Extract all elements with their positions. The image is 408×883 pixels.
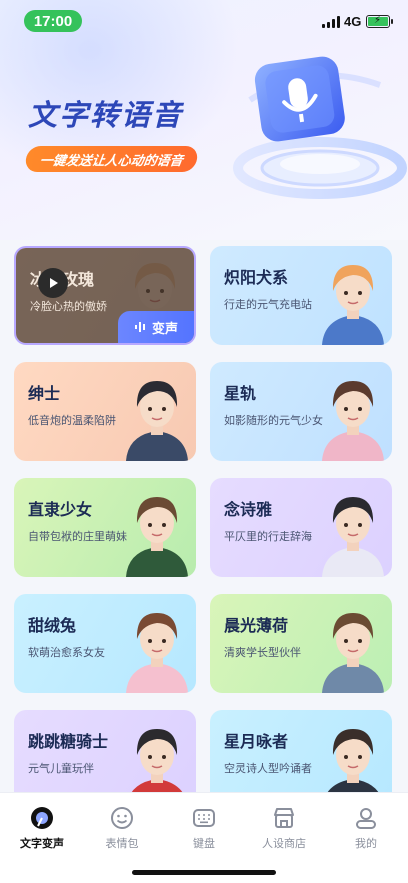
hero-title: 文字转语音 (28, 98, 184, 132)
tab-emoji[interactable]: 表情包 (86, 805, 158, 853)
change-voice-label: 变声 (151, 321, 178, 337)
tab-text-voice[interactable]: 文字变声 (6, 805, 78, 853)
voice-description: 清爽学长型伙伴 (224, 646, 301, 659)
character-avatar (322, 613, 384, 693)
voice-description: 自带包袱的庄里萌妹 (28, 530, 127, 543)
voice-description: 平仄里的行走辞海 (224, 530, 312, 543)
voice-card[interactable]: 晨光薄荷清爽学长型伙伴 (210, 594, 392, 693)
hero-subtitle: 一键发送让人心动的语音 (24, 146, 199, 172)
voice-card[interactable]: 直隶少女自带包袱的庄里萌妹 (14, 478, 196, 577)
signal-icon (322, 16, 340, 28)
voice-card[interactable]: 冰山玫瑰冷脸心热的傲娇变声 (14, 246, 196, 345)
voice-name: 念诗雅 (224, 500, 273, 519)
voice-description: 空灵诗人型吟诵者 (224, 762, 312, 775)
status-time: 17:00 (24, 10, 82, 32)
voice-description: 冷脸心热的傲娇 (30, 300, 107, 313)
character-avatar (322, 497, 384, 577)
character-avatar (322, 381, 384, 461)
voice-name: 星轨 (224, 384, 257, 403)
voice-icon (31, 807, 53, 829)
store-icon (274, 808, 294, 828)
battery-icon: ⚡ (366, 15, 393, 28)
status-bar: 17:00 4G ⚡ (0, 0, 408, 44)
home-indicator (132, 870, 276, 875)
voice-name: 绅士 (28, 384, 61, 403)
tab-label: 表情包 (105, 837, 139, 850)
voice-name: 星月咏者 (224, 732, 289, 751)
profile-icon (356, 808, 376, 829)
voice-card[interactable]: 念诗雅平仄里的行走辞海 (210, 478, 392, 577)
voice-description: 行走的元气充电站 (224, 298, 312, 311)
play-button[interactable] (38, 268, 68, 298)
voice-name: 甜绒兔 (28, 616, 77, 635)
tab-store[interactable]: 人设商店 (248, 805, 320, 853)
character-avatar (126, 381, 188, 461)
voice-name: 晨光薄荷 (224, 616, 289, 635)
emoji-icon (111, 807, 133, 829)
voice-card[interactable]: 甜绒兔软萌治愈系女友 (14, 594, 196, 693)
voice-description: 低音炮的温柔陷阱 (28, 414, 116, 427)
voice-card[interactable]: 星轨如影随形的元气少女 (210, 362, 392, 461)
voice-card[interactable]: 绅士低音炮的温柔陷阱 (14, 362, 196, 461)
voice-name: 直隶少女 (28, 500, 93, 519)
play-icon (50, 278, 58, 288)
voice-description: 如影随形的元气少女 (224, 414, 323, 427)
keyboard-icon (193, 809, 215, 827)
tab-label: 人设商店 (262, 837, 306, 850)
microphone-3d-illustration (233, 56, 407, 199)
tab-label: 键盘 (193, 837, 215, 850)
character-avatar (126, 613, 188, 693)
voice-card[interactable]: 炽阳犬系行走的元气充电站 (210, 246, 392, 345)
waveform-icon (134, 322, 145, 332)
voice-name: 跳跳糖骑士 (28, 732, 109, 751)
voice-name: 炽阳犬系 (224, 268, 289, 287)
network-type: 4G (344, 14, 362, 29)
change-voice-button[interactable]: 变声 (118, 311, 194, 343)
character-avatar (126, 497, 188, 577)
tab-profile[interactable]: 我的 (330, 805, 402, 853)
character-avatar (322, 265, 384, 345)
tab-label: 我的 (355, 837, 377, 850)
tab-label: 文字变声 (20, 837, 64, 850)
tab-keyboard[interactable]: 键盘 (168, 805, 240, 853)
voice-description: 软萌治愈系女友 (28, 646, 105, 659)
voice-description: 元气儿童玩伴 (28, 762, 94, 775)
